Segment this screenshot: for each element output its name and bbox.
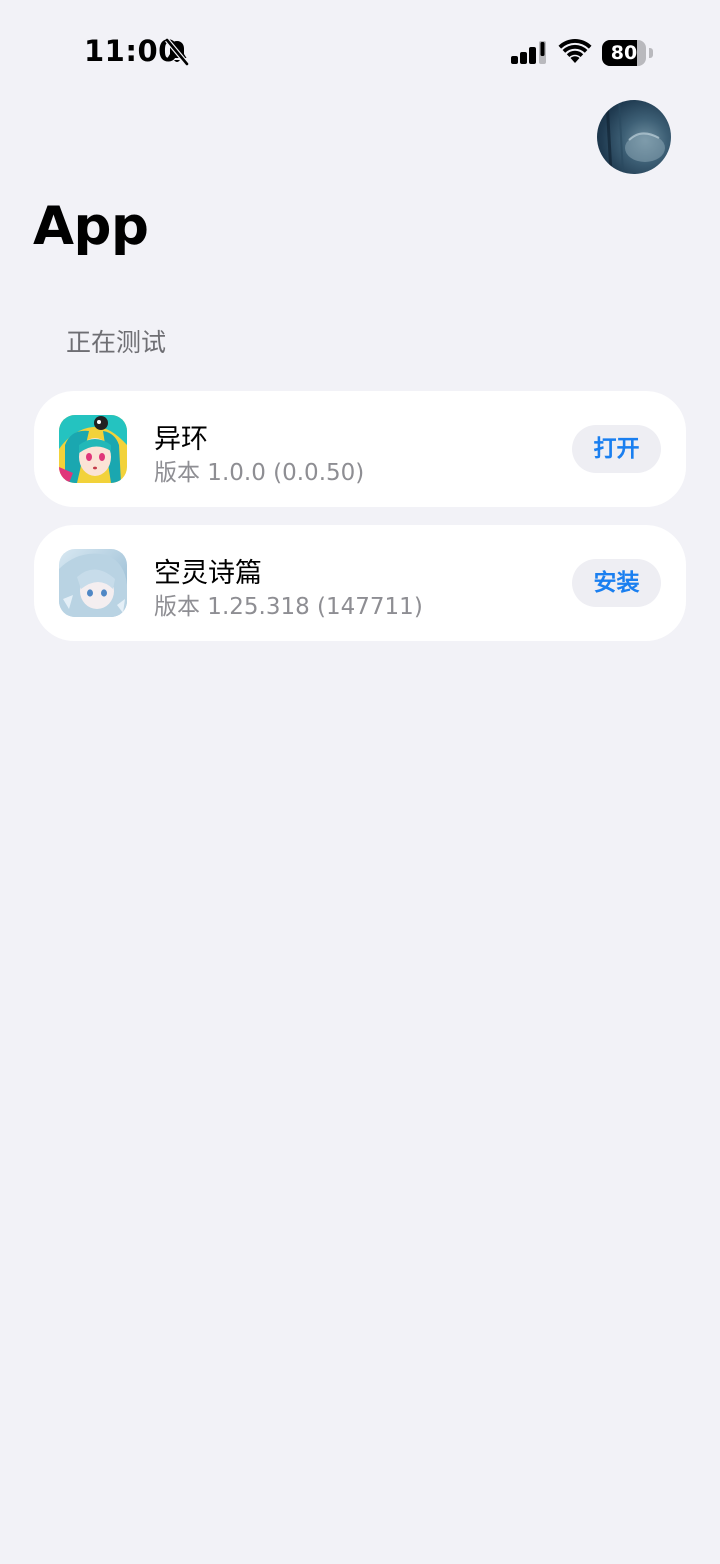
- bell-slash-icon: [165, 38, 189, 66]
- app-name: 异环: [154, 424, 208, 455]
- app-icon-yihuan: [59, 415, 127, 483]
- battery-icon: 80: [602, 40, 654, 66]
- battery-level: 80: [610, 42, 638, 64]
- page-title: App: [33, 196, 149, 257]
- section-header-testing: 正在测试: [66, 328, 167, 357]
- wifi-icon: [558, 39, 592, 63]
- avatar[interactable]: [597, 100, 671, 174]
- app-icon-kongling-shipian: [59, 549, 127, 617]
- open-button[interactable]: 打开: [572, 425, 661, 473]
- avatar-image: [605, 100, 665, 174]
- app-card-kongling-shipian[interactable]: 空灵诗篇 版本 1.25.318 (147711) 安装: [34, 525, 686, 641]
- cellular-signal-icon: [511, 41, 546, 64]
- app-name: 空灵诗篇: [154, 558, 262, 589]
- app-version: 版本 1.0.0 (0.0.50): [154, 460, 365, 486]
- status-bar: 11:00 80: [0, 0, 720, 100]
- app-card-yihuan[interactable]: 异环 版本 1.0.0 (0.0.50) 打开: [34, 391, 686, 507]
- install-button[interactable]: 安装: [572, 559, 661, 607]
- app-version: 版本 1.25.318 (147711): [154, 594, 423, 620]
